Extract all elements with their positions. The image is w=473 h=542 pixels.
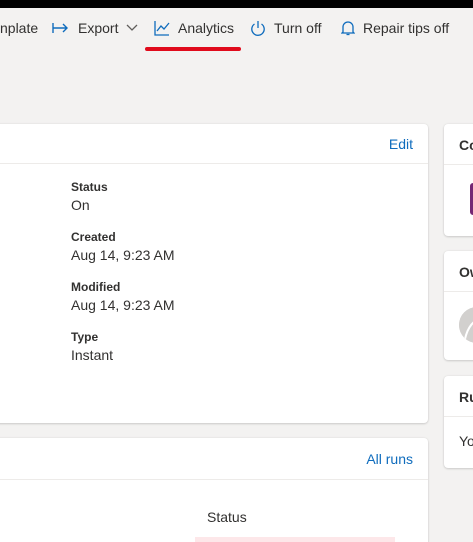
turn-off-button[interactable]: Turn off <box>250 8 321 48</box>
repair-tips-label: Repair tips off <box>363 20 450 36</box>
status-value: On <box>71 197 90 213</box>
connections-card-title: Co <box>459 137 473 153</box>
template-label: nplate <box>0 20 39 36</box>
modified-label: Modified <box>71 280 121 294</box>
created-field: Created Aug 14, 9:23 AM <box>71 230 175 263</box>
power-icon <box>250 20 266 37</box>
runs-divider <box>0 479 428 480</box>
top-strip <box>0 0 473 8</box>
export-arrow-icon <box>52 21 70 35</box>
owners-card-title: Ow <box>459 264 473 280</box>
template-button[interactable]: nplate <box>0 8 38 48</box>
modified-field: Modified Aug 14, 9:23 AM <box>71 280 175 313</box>
run-only-users-divider <box>444 416 473 417</box>
analytics-label: Analytics <box>178 20 235 36</box>
type-field: Type Instant <box>71 330 113 363</box>
failed-run-status-cell <box>195 537 395 542</box>
edit-link[interactable]: Edit <box>389 136 413 152</box>
owners-card: Ow <box>444 251 473 360</box>
created-value: Aug 14, 9:23 AM <box>71 247 175 263</box>
details-card: Edit Status On Created Aug 14, 9:23 AM M… <box>0 124 428 423</box>
type-value: Instant <box>71 347 114 363</box>
owners-divider <box>444 291 473 292</box>
command-bar: nplate Export Analytics Turn off Repair … <box>0 8 473 48</box>
connections-divider <box>444 164 473 165</box>
created-label: Created <box>71 230 116 244</box>
turn-off-label: Turn off <box>274 20 322 36</box>
owner-avatar[interactable] <box>459 307 473 343</box>
modified-value: Aug 14, 9:23 AM <box>71 297 175 313</box>
run-only-users-card-title: Ru <box>459 389 473 405</box>
run-only-users-card: Ru Yo <box>444 376 473 468</box>
all-runs-link[interactable]: All runs <box>366 451 413 467</box>
status-field: Status On <box>71 180 108 213</box>
chevron-down-icon <box>126 24 138 32</box>
active-tab-indicator <box>145 47 241 51</box>
type-label: Type <box>71 330 99 344</box>
run-only-users-text: Yo <box>459 433 473 449</box>
connections-card: Co <box>444 124 473 236</box>
export-label: Export <box>78 20 119 36</box>
repair-tips-button[interactable]: Repair tips off <box>341 8 449 48</box>
analytics-button[interactable]: Analytics <box>154 8 234 48</box>
export-button[interactable]: Export <box>52 8 138 48</box>
bell-icon <box>341 20 355 36</box>
runs-card: All runs Status <box>0 438 428 542</box>
status-column-header[interactable]: Status <box>207 509 247 525</box>
details-card-header: Edit <box>0 124 428 164</box>
status-label: Status <box>71 180 108 194</box>
line-chart-icon <box>154 20 170 36</box>
